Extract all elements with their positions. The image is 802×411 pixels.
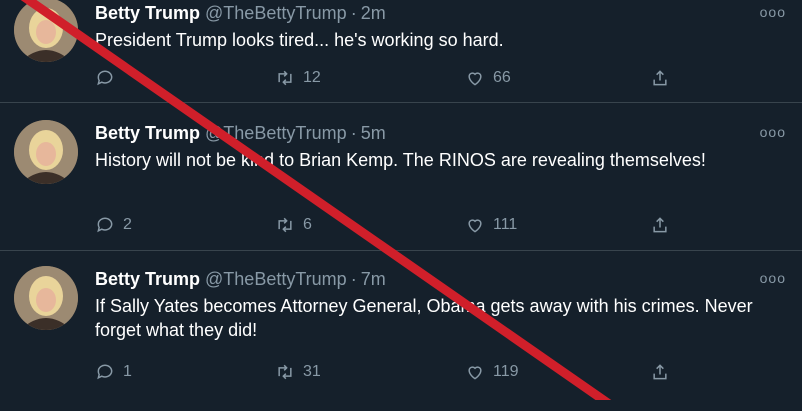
retweet-count: 12 bbox=[303, 69, 321, 86]
retweet-button[interactable]: 12 bbox=[275, 66, 321, 90]
display-name[interactable]: Betty Trump bbox=[95, 123, 200, 143]
share-icon bbox=[653, 364, 667, 380]
avatar[interactable] bbox=[14, 120, 78, 184]
avatar-image bbox=[14, 266, 78, 330]
more-icon[interactable]: ooo bbox=[760, 4, 786, 20]
separator-dot: · bbox=[350, 269, 357, 289]
like-button[interactable]: 119 bbox=[465, 360, 519, 384]
user-handle[interactable]: @TheBettyTrump bbox=[205, 269, 347, 289]
retweet-icon bbox=[278, 70, 292, 86]
tweet-timestamp[interactable]: 7m bbox=[361, 269, 386, 289]
display-name[interactable]: Betty Trump bbox=[95, 269, 200, 289]
tweet[interactable]: Betty Trump @TheBettyTrump · 5m ooo Histor… bbox=[0, 103, 802, 251]
reply-icon bbox=[97, 364, 113, 380]
tweet[interactable]: Betty Trump @TheBettyTrump · 2m ooo Presid… bbox=[0, 0, 802, 103]
tweet-text: If Sally Yates becomes Attorney General,… bbox=[95, 296, 753, 340]
tweet-header: Betty Trump @TheBettyTrump · 7m bbox=[95, 268, 386, 290]
reply-icon bbox=[97, 217, 113, 233]
heart-icon bbox=[468, 219, 482, 233]
avatar[interactable] bbox=[14, 266, 78, 330]
share-icon bbox=[653, 217, 667, 233]
reply-count: 1 bbox=[123, 363, 132, 380]
heart-icon bbox=[468, 72, 482, 86]
retweet-count: 31 bbox=[303, 363, 321, 380]
separator-dot: · bbox=[350, 3, 357, 23]
reply-icon bbox=[97, 70, 113, 86]
tweet-header: Betty Trump @TheBettyTrump · 2m bbox=[95, 2, 386, 24]
tweet-actions: 1 31 119 bbox=[95, 360, 695, 384]
like-count: 66 bbox=[493, 69, 511, 86]
share-button[interactable] bbox=[650, 213, 670, 237]
tweet-timestamp[interactable]: 5m bbox=[361, 123, 386, 143]
avatar-image bbox=[14, 120, 78, 184]
tweet-timestamp[interactable]: 2m bbox=[361, 3, 386, 23]
tweet-actions: 12 66 bbox=[95, 66, 695, 90]
tweet-feed: Betty Trump @TheBettyTrump · 2m ooo Presid… bbox=[0, 0, 802, 400]
user-handle[interactable]: @TheBettyTrump bbox=[205, 123, 347, 143]
like-button[interactable]: 111 bbox=[465, 213, 517, 237]
avatar[interactable] bbox=[14, 0, 78, 62]
tweet[interactable]: Betty Trump @TheBettyTrump · 7m ooo If Sal… bbox=[0, 251, 802, 411]
more-icon[interactable]: ooo bbox=[760, 124, 786, 140]
like-count: 119 bbox=[493, 363, 519, 380]
reply-button[interactable]: 2 bbox=[95, 213, 132, 237]
tweet-header: Betty Trump @TheBettyTrump · 5m bbox=[95, 122, 386, 144]
reply-button[interactable] bbox=[95, 66, 123, 90]
tweet-text: History will not be kind to Brian Kemp. … bbox=[95, 150, 706, 170]
share-icon bbox=[653, 70, 667, 86]
retweet-button[interactable]: 31 bbox=[275, 360, 321, 384]
share-button[interactable] bbox=[650, 66, 670, 90]
reply-button[interactable]: 1 bbox=[95, 360, 132, 384]
retweet-icon bbox=[278, 364, 292, 380]
retweet-button[interactable]: 6 bbox=[275, 213, 312, 237]
avatar-image bbox=[14, 0, 78, 62]
separator-dot: · bbox=[350, 123, 357, 143]
retweet-count: 6 bbox=[303, 216, 312, 233]
reply-count: 2 bbox=[123, 216, 132, 233]
display-name[interactable]: Betty Trump bbox=[95, 3, 200, 23]
retweet-icon bbox=[278, 217, 292, 233]
share-button[interactable] bbox=[650, 360, 670, 384]
tweet-text: President Trump looks tired... he's work… bbox=[95, 30, 504, 50]
more-icon[interactable]: ooo bbox=[760, 270, 786, 286]
like-count: 111 bbox=[493, 216, 518, 233]
user-handle[interactable]: @TheBettyTrump bbox=[205, 3, 347, 23]
like-button[interactable]: 66 bbox=[465, 66, 511, 90]
heart-icon bbox=[468, 366, 482, 380]
tweet-actions: 2 6 111 bbox=[95, 213, 695, 237]
